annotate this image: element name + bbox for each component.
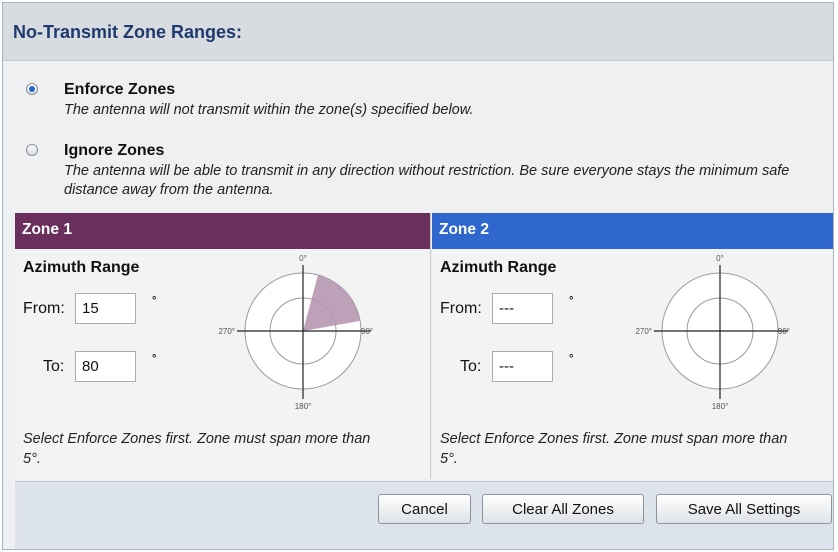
zone-1-to-input[interactable] bbox=[75, 351, 136, 382]
zone-2-from-input[interactable] bbox=[492, 293, 553, 324]
ignore-zones-radio[interactable] bbox=[26, 144, 38, 156]
zone-mode-options: Enforce Zones The antenna will not trans… bbox=[3, 61, 833, 213]
zone-2-azimuth-dial: 0° 90° 180° 270° bbox=[635, 254, 790, 411]
zone-1-to-label: To: bbox=[43, 358, 65, 375]
zone-1-from-label: From: bbox=[23, 300, 65, 317]
panel-title: No-Transmit Zone Ranges: bbox=[3, 3, 833, 61]
zone-2-note: Select Enforce Zones first. Zone must sp… bbox=[440, 431, 788, 467]
zone-1-dial-label-0: 0° bbox=[299, 254, 307, 263]
zone-1-note: Select Enforce Zones first. Zone must sp… bbox=[23, 431, 371, 467]
zone-1-to-degree: ° bbox=[152, 353, 157, 365]
zone-2-dial-label-90: 90° bbox=[778, 327, 790, 336]
zone-1-azimuth-title: Azimuth Range bbox=[23, 259, 140, 276]
zone-2-dial-label-270: 270° bbox=[635, 327, 652, 336]
zone-2-from-label: From: bbox=[440, 300, 482, 317]
zone-1-dial-label-90: 90° bbox=[361, 327, 373, 336]
zone-1-dial-label-180: 180° bbox=[295, 402, 312, 411]
no-transmit-zone-panel: No-Transmit Zone Ranges: Enforce Zones T… bbox=[2, 2, 834, 550]
zone-1-panel: Zone 1 Azimuth Range From: ° To: ° 0° 90… bbox=[15, 213, 431, 479]
enforce-zones-description: The antenna will not transmit within the… bbox=[64, 102, 474, 118]
zone-2-to-label: To: bbox=[460, 358, 482, 375]
action-bar: Cancel Clear All Zones Save All Settings bbox=[15, 481, 833, 549]
zone-2-to-input[interactable] bbox=[492, 351, 553, 382]
clear-all-zones-button[interactable]: Clear All Zones bbox=[482, 494, 644, 524]
zone-2-header: Zone 2 bbox=[432, 213, 833, 249]
cancel-button[interactable]: Cancel bbox=[378, 494, 471, 524]
ignore-zones-description: The antenna will be able to transmit in … bbox=[64, 163, 790, 198]
zones-container: Zone 1 Azimuth Range From: ° To: ° 0° 90… bbox=[3, 213, 833, 479]
enforce-zones-radio[interactable] bbox=[26, 83, 38, 95]
zone-1-dial-label-270: 270° bbox=[218, 327, 235, 336]
save-all-settings-button[interactable]: Save All Settings bbox=[656, 494, 832, 524]
zone-2-dial-label-0: 0° bbox=[716, 254, 724, 263]
zone-1-header: Zone 1 bbox=[15, 213, 430, 249]
zone-2-to-degree: ° bbox=[569, 353, 574, 365]
zone-2-azimuth-title: Azimuth Range bbox=[440, 259, 557, 276]
enforce-zones-label: Enforce Zones bbox=[64, 81, 176, 98]
zone-1-from-degree: ° bbox=[152, 295, 157, 307]
zone-2-from-degree: ° bbox=[569, 295, 574, 307]
zone-2-dial-label-180: 180° bbox=[712, 402, 729, 411]
zone-1-from-input[interactable] bbox=[75, 293, 136, 324]
zone-1-azimuth-dial: 0° 90° 180° 270° bbox=[218, 254, 373, 411]
ignore-zones-label: Ignore Zones bbox=[64, 142, 165, 159]
zone-2-panel: Zone 2 Azimuth Range From: ° To: ° 0° 90… bbox=[432, 213, 833, 479]
